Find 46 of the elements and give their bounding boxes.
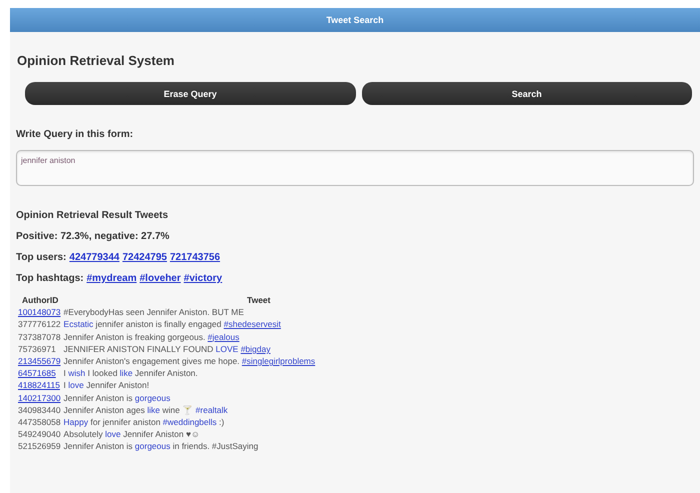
tweet-text: Happy for jennifer aniston #weddingbells :) [64, 416, 226, 428]
hashtag-link[interactable]: #victory [184, 273, 222, 284]
top-users-label: Top users: [16, 252, 66, 263]
tweet-text: Jennifer Aniston is gorgeous [64, 392, 172, 404]
author-id: 377776122 [18, 319, 61, 330]
user-link[interactable]: 424779344 [69, 252, 120, 263]
header-title: Tweet Search [326, 15, 384, 25]
user-link[interactable]: 72424795 [122, 252, 167, 263]
top-hashtags-label: Top hashtags: [16, 273, 84, 284]
author-link[interactable]: 213455679 [18, 356, 61, 366]
page-heading: Opinion Retrieval System [17, 53, 176, 68]
hashtag-link[interactable]: #singlegirlproblems [242, 356, 316, 366]
tweet-text: Ecstatic jennifer aniston is finally engaged #shedeservesit [64, 318, 282, 331]
hashtag-link[interactable]: #mydream [86, 273, 137, 284]
query-field[interactable]: jennifer aniston [16, 150, 694, 186]
author-id: 447358058 [18, 417, 61, 428]
author-id: 75736971 [18, 344, 56, 354]
tweet-text: I wish I looked like Jennifer Aniston. [64, 367, 199, 380]
tweet-text: JENNIFER ANISTON FINALLY FOUND LOVE #bigday [64, 342, 272, 356]
author-id: 521526959 [18, 441, 61, 452]
tweet-text: I love Jennifer Aniston! [64, 379, 150, 392]
author-link[interactable]: 140217300 [18, 392, 61, 403]
hashtag-link[interactable]: #bigday [240, 344, 270, 354]
tweet-text: Jennifer Aniston's engagement gives me hope. #singlegirlproblems [64, 355, 316, 368]
results-title: Opinion Retrieval Result Tweets [16, 210, 170, 221]
author-id: 340983440 [18, 404, 61, 415]
user-link[interactable]: 721743756 [170, 252, 220, 263]
hashtag-link[interactable]: #jealous [208, 332, 240, 342]
author-link[interactable]: 418824115 [18, 380, 60, 390]
author-link[interactable]: 64571685 [18, 368, 56, 378]
erase-button[interactable]: Erase Query [25, 82, 356, 105]
query-label: Write Query in this form: [16, 129, 134, 140]
tweet-text: Jennifer Aniston is gorgeous in friends. #JustSaying [64, 440, 260, 453]
hashtag-link[interactable]: #loveher [140, 273, 181, 284]
hashtag-link[interactable]: #shedeservesit [224, 319, 281, 330]
tweet-text: Absolutely love Jennifer Aniston ♥☺ [64, 428, 201, 440]
tweet-text: Jennifer Aniston is freaking gorgeous. #jealous [64, 330, 240, 343]
tweet-text: #EverybodyHas seen Jennifer Aniston. BUT ME [64, 306, 245, 318]
author-id: 549249040 [18, 429, 61, 440]
search-button[interactable]: Search [362, 82, 692, 105]
author-id: 737387078 [18, 332, 61, 342]
author-link[interactable]: 100148073 [18, 307, 61, 318]
tweet-text: Jennifer Aniston ages like wine 🍸 #realtalk [64, 404, 229, 416]
column-header: AuthorID [21, 294, 60, 306]
sentiment-summary: Positive: 72.3%, negative: 27.7% [16, 231, 170, 242]
column-header: Tweet [246, 294, 272, 306]
